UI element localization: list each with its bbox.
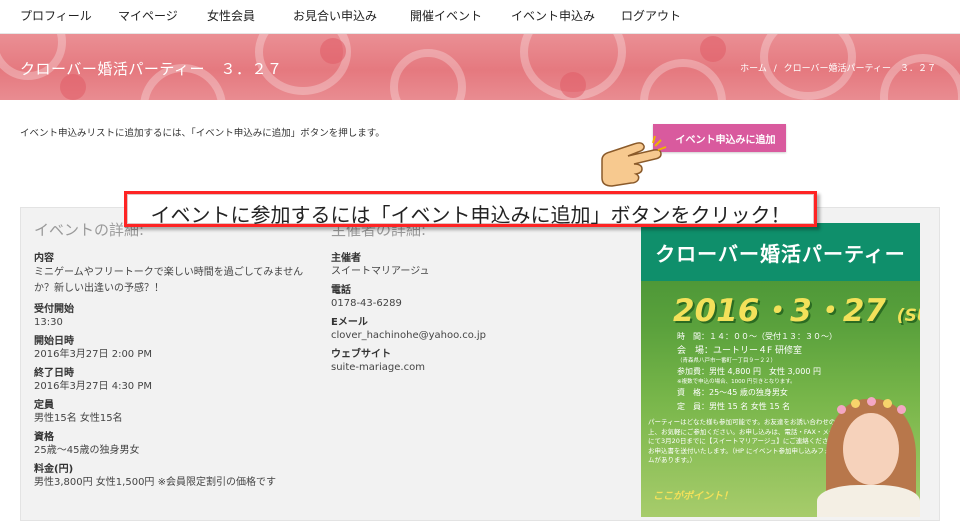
flower-icon [897,405,906,414]
poster-point: ここがポイント！ [653,491,733,502]
field-value: ミニゲームやフリートークで楽しい時間を過ごしてみませんか？新しい出逢いの予感？！ [34,267,304,294]
poster-venue: 会 場：ユートリー４F 研修室 [677,346,803,356]
poster-capacity: 定 員：男性 15 名 女性 15 名 [677,402,791,411]
clover-icon [320,38,346,64]
intro-text: イベント申込みリストに追加するには、「イベント申込みに追加」ボタンを押します。 [20,128,385,139]
organizer-website-link[interactable]: suite-mariage.com [331,361,611,374]
field-label: ウェブサイト [331,349,391,360]
add-to-event-list-button[interactable]: イベント申込みに追加 [653,124,786,152]
field-label: 主催者 [331,253,361,264]
nav-mypage[interactable]: マイページ [118,7,178,24]
poster-time: 時 間：１４：００〜（受付１３：３０〜） [677,332,837,341]
poster-title: クローバー婚活パーティー [655,242,906,266]
field-label: 内容 [34,253,54,264]
field-label: Eメール [331,317,368,328]
clover-icon [560,72,586,98]
poster-venue-sub: （青森県八戸市一番町一丁目９ー２２） [677,358,777,364]
breadcrumb: ホーム / クローバー婚活パーティー ３．２７ [738,61,938,74]
flower-icon [867,397,876,406]
pointing-hand-icon [601,135,667,187]
field-label: 開始日時 [34,336,74,347]
top-navigation: プロフィール マイページ 女性会員 お見合い申込み 開催イベント イベント申込み… [0,0,960,34]
poster-info: 時 間：１４：００〜（受付１３：３０〜） 会 場：ユートリー４F 研修室 （青森… [677,330,837,414]
field-value: 2016年3月27日 4:30 PM [34,381,153,392]
field-label: 電話 [331,285,351,296]
breadcrumb-home[interactable]: ホーム [740,64,767,74]
poster-weekday: (SUN) [896,306,920,326]
organizer-email-link[interactable]: clover_hachinohe@yahoo.co.jp [331,329,611,342]
poster-eligibility: 資 格：25〜45 歳の独身男女 [677,388,788,397]
field-label: 定員 [34,400,54,411]
breadcrumb-separator: / [773,64,777,74]
flower-icon [837,405,846,414]
poster-note: パーティーはどなた様も参加可能です。お友達をお誘い合わせの上、お気軽にご参加くだ… [648,418,842,464]
callout-text: イベントに参加するには「イベント申込みに追加」ボタンをクリック！ [150,203,791,227]
breadcrumb-current: クローバー婚活パーティー ３．２７ [783,64,936,74]
field-value: 男性3,800円 女性1,500円 ※会員限定割引の価格です [34,477,276,488]
field-label: 終了日時 [34,368,74,379]
field-value: 男性15名 女性15名 [34,413,123,424]
field-label: 受付開始 [34,304,74,315]
poster-date: 2016・3・27 (SUN) [673,285,920,330]
poster-fee-sub: ※複数で申込の場合、1000 円引きとなります。 [677,379,796,385]
organizer-details-list: 主催者 スイートマリアージュ 電話 0178-43-6289 Eメール clov… [331,252,611,380]
nav-event-apply[interactable]: イベント申込み [511,7,595,24]
callout-inner: イベントに参加するには「イベント申込みに追加」ボタンをクリック！ [127,194,814,227]
decor-ring [390,49,466,100]
flower-icon [883,399,892,408]
nav-omiai-request[interactable]: お見合い申込み [293,7,377,24]
clover-icon [700,36,726,62]
event-poster: クローバー婚活パーティー 2016・3・27 (SUN) 時 間：１４：００〜（… [641,223,920,517]
nav-female-members[interactable]: 女性会員 [207,7,255,24]
field-value: 2016年3月27日 2:00 PM [34,349,153,360]
page-title: クローバー婚活パーティー ３．２７ [20,60,283,78]
instruction-callout: イベントに参加するには「イベント申込みに追加」ボタンをクリック！ [124,191,817,227]
model-photo-face [843,413,899,485]
poster-fee: 参加費：男性 4,800 円 女性 3,000 円 [677,367,821,376]
nav-events[interactable]: 開催イベント [410,7,482,24]
model-photo-body [817,485,920,517]
field-value: 25歳〜45歳の独身男女 [34,445,140,456]
poster-date-text: 2016・3・27 [673,293,886,329]
page-banner: クローバー婚活パーティー ３．２７ ホーム / クローバー婚活パーティー ３．２… [0,34,960,100]
nav-profile[interactable]: プロフィール [20,7,92,24]
field-value: 0178-43-6289 [331,298,402,309]
decor-ring [640,59,726,100]
flower-icon [851,399,860,408]
field-label: 資格 [34,432,54,443]
nav-logout[interactable]: ログアウト [621,7,681,24]
field-value: 13:30 [34,317,63,328]
field-label: 料金(円) [34,464,74,475]
event-details-list: 内容 ミニゲームやフリートークで楽しい時間を過ごしてみませんか？新しい出逢いの予… [34,252,309,495]
field-value: スイートマリアージュ [331,266,430,277]
